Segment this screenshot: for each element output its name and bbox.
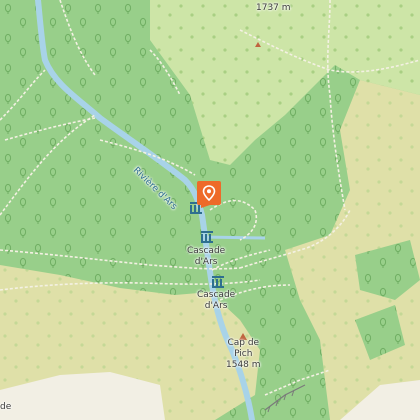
waterfall-label-2: Cascade d'Ars — [197, 290, 236, 311]
peak-label-cap-de-pich: Cap de Pich 1548 m — [226, 338, 261, 370]
map-base-layer — [0, 0, 420, 420]
edge-label-left: de — [0, 402, 12, 412]
map-pin-icon[interactable] — [196, 180, 224, 208]
peak-elevation-label-top: 1737 m — [256, 3, 291, 13]
map-view[interactable]: 1737 m Rivière d'Ars Cascade d'Ars Casca… — [0, 0, 420, 420]
waterfall-label-1: Cascade d'Ars — [187, 246, 226, 267]
